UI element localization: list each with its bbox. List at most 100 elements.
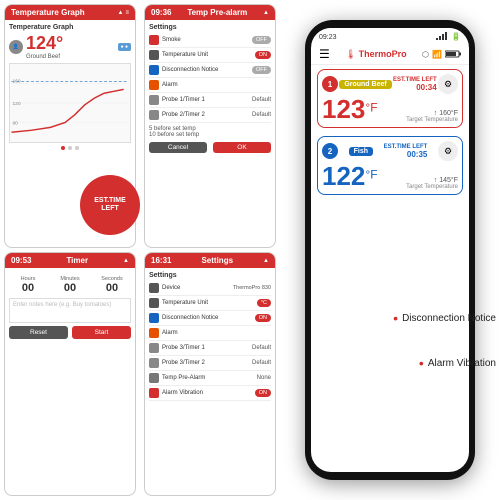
probe2-temp-row: 122°F ↑ 145°F Target Temperature bbox=[322, 163, 458, 190]
temp-unit-toggle[interactable]: ON bbox=[255, 51, 271, 59]
wifi-icon: ▲ bbox=[118, 10, 124, 16]
svg-text:160: 160 bbox=[12, 79, 20, 85]
settings-row-probe2: Probe 2/Timer 2 Default bbox=[149, 108, 271, 123]
temp-graph-header: Temperature Graph ▲ ≡ bbox=[5, 5, 135, 20]
temp-unit-label: Temperature Unit bbox=[162, 52, 255, 58]
probe1-temperature: 123 bbox=[322, 94, 365, 124]
settings-row-tempunit: Temperature Unit ON bbox=[149, 48, 271, 63]
settings-probe1t-row: Probe 3/Timer 1 Default bbox=[149, 341, 271, 356]
device-label: Device bbox=[162, 285, 233, 291]
probe2-est-val: 00:35 bbox=[384, 150, 428, 159]
timer-minutes-cell: Minutes 00 bbox=[51, 276, 89, 294]
device-value: ThermoPro 830 bbox=[233, 285, 271, 291]
bluetooth-icon[interactable]: ⬡ bbox=[422, 50, 429, 59]
probe2-target-temp: ↑ 145°F bbox=[406, 177, 458, 184]
disconnection-label: Disconnection Notice bbox=[402, 313, 496, 324]
probe2-temp-display: 122°F bbox=[322, 163, 378, 190]
probe1-number: 1 bbox=[322, 76, 338, 92]
disconn-label: Disconnection Notice bbox=[162, 315, 255, 321]
logo-area: 🌡 ThermoPro bbox=[345, 49, 406, 60]
pre-alarm-card: 09:36 Temp Pre-alarm ▲ Settings Smoke OF… bbox=[144, 4, 276, 248]
settings-label: Settings bbox=[149, 24, 271, 31]
pre-alarm-status: 09:36 bbox=[151, 8, 171, 17]
probe2-est-label: EST.TIME LEFT bbox=[384, 144, 428, 150]
start-button[interactable]: Start bbox=[72, 326, 131, 339]
probe2-label: Probe 2/Timer 2 bbox=[162, 112, 252, 118]
probe1t-value: Default bbox=[252, 345, 271, 351]
alarm-label: Alarm Vibration bbox=[428, 358, 496, 369]
timer-wifi-icon: ▲ bbox=[123, 258, 129, 264]
bullet-disc: • bbox=[393, 310, 398, 326]
timer-note: Enter notes here (e.g. Buy tomatoes) bbox=[9, 298, 131, 323]
probe2-icon bbox=[149, 110, 159, 120]
settings-title-inner: Settings bbox=[149, 272, 271, 279]
alarm-icon bbox=[149, 80, 159, 90]
svg-text:120: 120 bbox=[12, 101, 20, 107]
settings-wifi: ▲ bbox=[263, 258, 269, 264]
vibration-label: Alarm Vibration bbox=[162, 390, 255, 396]
probe2-food-tag[interactable]: Fish bbox=[349, 147, 373, 156]
probe1-est-area: EST.TIME LEFT 00:34 bbox=[393, 77, 437, 92]
mid-column: 09:36 Temp Pre-alarm ▲ Settings Smoke OF… bbox=[140, 0, 280, 500]
probe1-top: 1 Ground Beef EST.TIME LEFT 00:34 ⚙ bbox=[322, 74, 458, 94]
probe1-temp-row: 123°F ↑ 160°F Target Temperature bbox=[322, 96, 458, 123]
timer-status-time: 09:53 bbox=[11, 256, 31, 265]
timer-card: 09:53 Timer ▲ Hours 00 Minutes 00 Second… bbox=[4, 252, 136, 496]
graph-area: 160 120 80 bbox=[9, 63, 131, 143]
disconn-toggle[interactable]: ON bbox=[255, 314, 271, 322]
settings-body: Settings Device ThermoPro 830 Temperatur… bbox=[145, 268, 275, 405]
temp-graph-body: Temperature Graph 👤 124° Ground Beef ● ● bbox=[5, 20, 135, 156]
probe1-settings-btn[interactable]: ⚙ bbox=[438, 74, 458, 94]
disconnect-toggle[interactable]: OFF bbox=[252, 66, 271, 74]
pre-alarm-wifi: ▲ bbox=[263, 10, 269, 16]
tempunit-toggle[interactable]: °C bbox=[257, 299, 271, 307]
right-column: 09:23 🔋 ☰ 🌡 bbox=[280, 0, 500, 500]
svg-text:80: 80 bbox=[12, 120, 18, 126]
probe1-target-area: ↑ 160°F Target Temperature bbox=[406, 110, 458, 123]
probe2-temperature: 122 bbox=[322, 161, 365, 191]
header-icons: ▲ ≡ bbox=[118, 10, 129, 16]
wifi-header-icon[interactable]: 📶 bbox=[432, 50, 442, 59]
disconnect-icon bbox=[149, 65, 159, 75]
pre-alarm-body: Settings Smoke OFF Temperature Unit ON D… bbox=[145, 20, 275, 157]
smoke-toggle[interactable]: OFF bbox=[252, 36, 271, 44]
probe1-food-tag[interactable]: Ground Beef bbox=[339, 80, 391, 89]
graph-temp-display: 👤 124° Ground Beef ● ● bbox=[9, 33, 131, 60]
dot-1 bbox=[61, 146, 65, 150]
large-phone: 09:23 🔋 ☰ 🌡 bbox=[305, 20, 475, 480]
minutes-value: 00 bbox=[51, 282, 89, 294]
seconds-value: 00 bbox=[93, 282, 131, 294]
pre-alarm-header: 09:36 Temp Pre-alarm ▲ bbox=[145, 5, 275, 20]
status-icons: 🔋 bbox=[436, 32, 461, 42]
settings-title: Settings bbox=[201, 256, 233, 265]
settings-header: 16:31 Settings ▲ bbox=[145, 253, 275, 268]
probe1-unit: °F bbox=[365, 101, 377, 115]
probe2-settings-btn[interactable]: ⚙ bbox=[438, 141, 458, 161]
disconnect-label: Disconnection Notice bbox=[162, 67, 252, 73]
notice-text2: 10 before set temp bbox=[149, 132, 271, 138]
settings-vibration-row: Alarm Vibration ON bbox=[149, 386, 271, 401]
status-battery: 🔋 bbox=[451, 32, 461, 42]
settings-row-alarm: Alarm bbox=[149, 78, 271, 93]
tempunit-icon bbox=[149, 298, 159, 308]
probe2-row: 2 Fish EST.TIME LEFT 00:35 ⚙ 122°F ↑ 145… bbox=[317, 136, 463, 195]
timer-seconds-cell: Seconds 00 bbox=[93, 276, 131, 294]
settings-disconn-row: Disconnection Notice ON bbox=[149, 311, 271, 326]
reset-button[interactable]: Reset bbox=[9, 326, 68, 339]
probe2-unit: °F bbox=[365, 168, 377, 182]
graph-temperature: 124° bbox=[26, 33, 63, 54]
header-right-icons: ⬡ 📶 bbox=[422, 50, 461, 59]
probe1-icon bbox=[149, 95, 159, 105]
disconn-icon bbox=[149, 313, 159, 323]
timer-values-row: Hours 00 Minutes 00 Seconds 00 bbox=[9, 276, 131, 294]
settings-status: 16:31 bbox=[151, 256, 171, 265]
hamburger-icon[interactable]: ☰ bbox=[319, 47, 330, 61]
vibration-toggle[interactable]: ON bbox=[255, 389, 271, 397]
vibration-icon bbox=[149, 388, 159, 398]
cancel-button[interactable]: Cancel bbox=[149, 142, 207, 153]
probe2t-value: Default bbox=[252, 360, 271, 366]
settings-probe2t-row: Probe 3/Timer 2 Default bbox=[149, 356, 271, 371]
ok-button[interactable]: OK bbox=[213, 142, 271, 153]
timer-title: Timer bbox=[66, 256, 88, 265]
alarm-annotation: • Alarm Vibration bbox=[419, 355, 496, 371]
